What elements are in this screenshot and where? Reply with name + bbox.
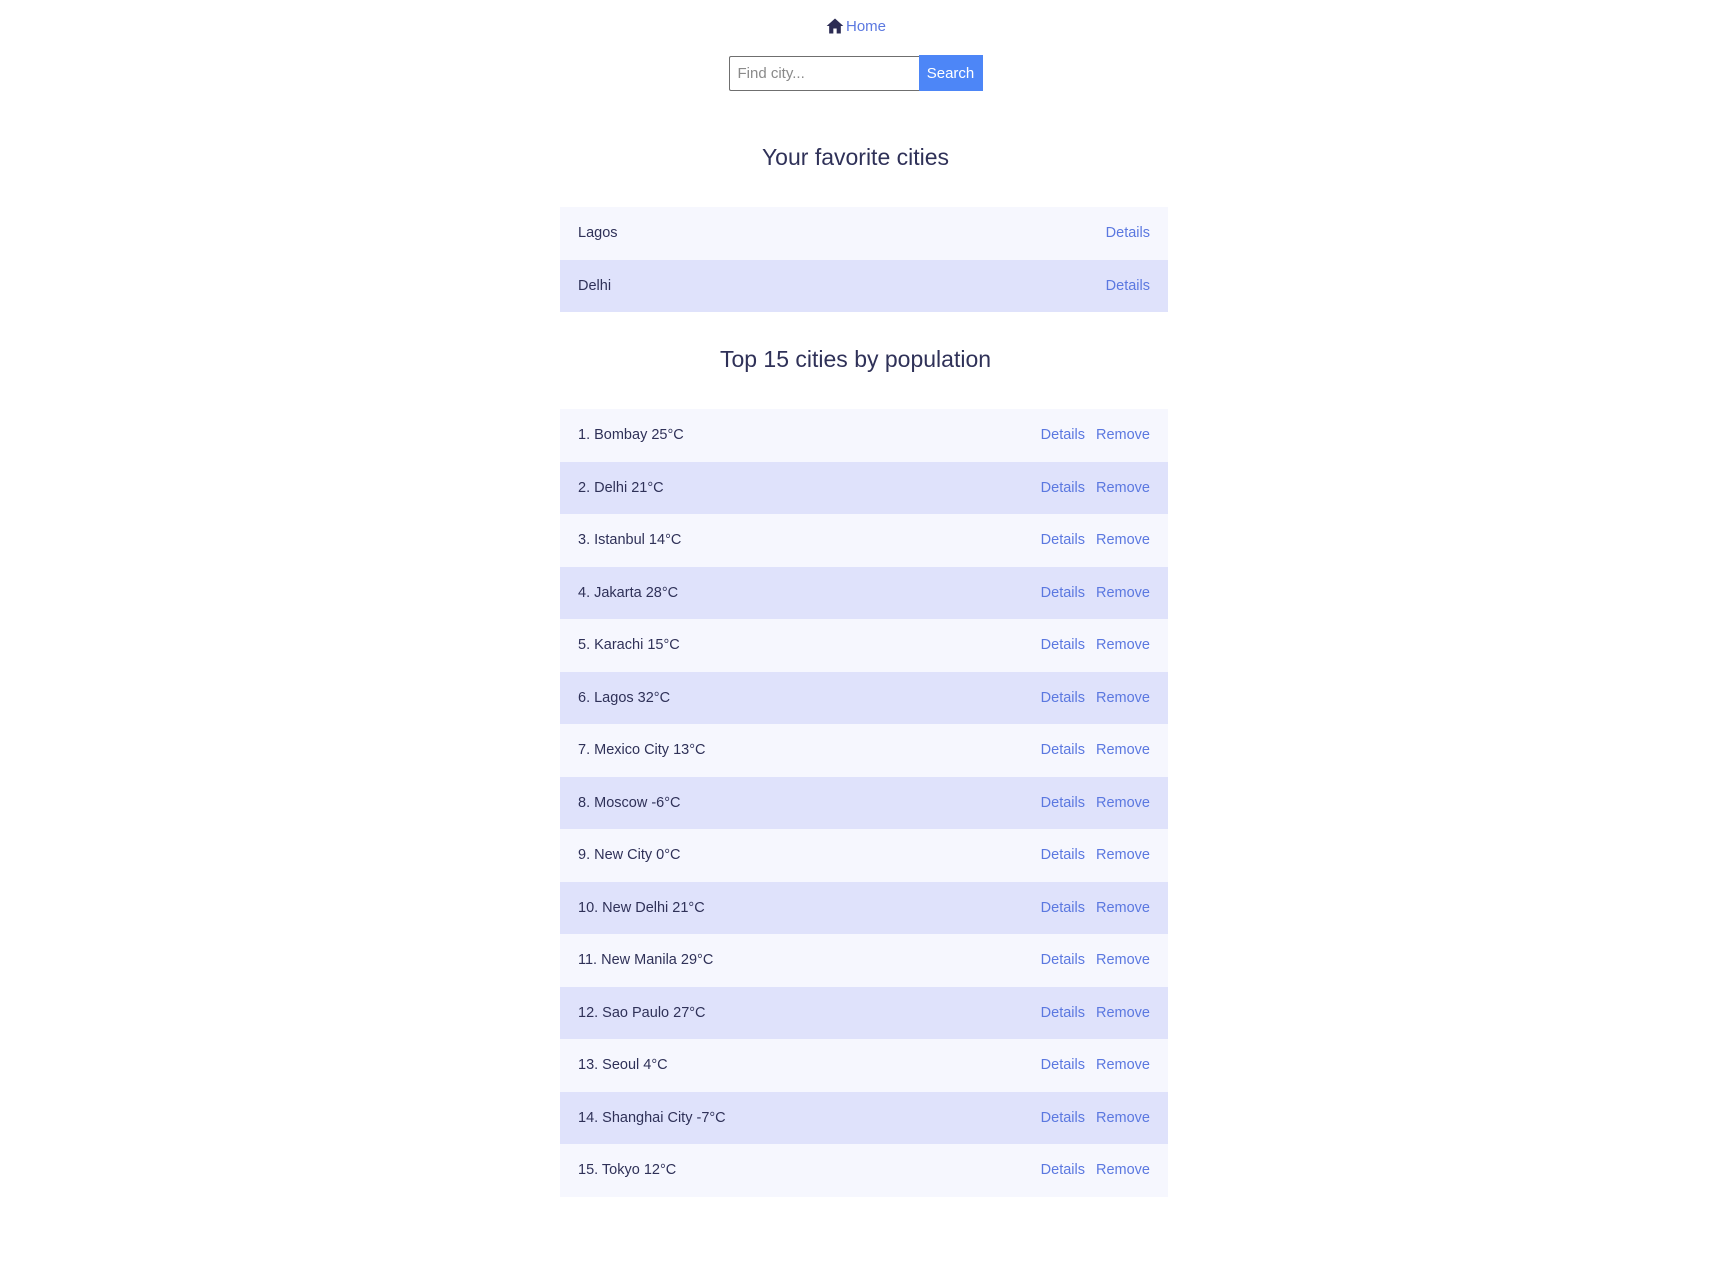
details-link[interactable]: Details <box>1041 1005 1085 1021</box>
city-row-label: 9. New City 0°C <box>578 847 681 864</box>
city-row-label: 13. Seoul 4°C <box>578 1057 668 1074</box>
top-cities-list: 1. Bombay 25°C Details Remove 2. Delhi 2… <box>560 409 1168 1197</box>
details-link[interactable]: Details <box>1041 795 1085 811</box>
city-row-label: 14. Shanghai City -7°C <box>578 1109 726 1126</box>
remove-link[interactable]: Remove <box>1096 532 1150 548</box>
city-row: 14. Shanghai City -7°C Details Remove <box>560 1091 1168 1144</box>
details-link[interactable]: Details <box>1041 480 1085 496</box>
city-row-label: 11. New Manila 29°C <box>578 952 714 969</box>
city-row: 8. Moscow -6°C Details Remove <box>560 776 1168 829</box>
details-link[interactable]: Details <box>1041 427 1085 443</box>
remove-link[interactable]: Remove <box>1096 585 1150 601</box>
city-row: 3. Istanbul 14°C Details Remove <box>560 514 1168 567</box>
favorites-list: Lagos Details Delhi Details <box>560 207 1168 312</box>
details-link[interactable]: Details <box>1041 1162 1085 1178</box>
details-link[interactable]: Details <box>1041 637 1085 653</box>
page: Home Search Your favorite cities Lagos D… <box>0 0 1711 1281</box>
city-row-label: 7. Mexico City 13°C <box>578 742 706 759</box>
details-link[interactable]: Details <box>1106 225 1150 241</box>
remove-link[interactable]: Remove <box>1096 690 1150 706</box>
city-row-label: 6. Lagos 32°C <box>578 689 671 706</box>
remove-link[interactable]: Remove <box>1096 795 1150 811</box>
details-link[interactable]: Details <box>1106 278 1150 294</box>
remove-link[interactable]: Remove <box>1096 952 1150 968</box>
remove-link[interactable]: Remove <box>1096 480 1150 496</box>
favorite-item: Lagos Details <box>560 207 1168 260</box>
city-row-label: 12. Sao Paulo 27°C <box>578 1004 706 1021</box>
city-row: 5. Karachi 15°C Details Remove <box>560 619 1168 672</box>
city-row: 7. Mexico City 13°C Details Remove <box>560 724 1168 777</box>
details-link[interactable]: Details <box>1041 952 1085 968</box>
city-row: 4. Jakarta 28°C Details Remove <box>560 566 1168 619</box>
details-link[interactable]: Details <box>1041 585 1085 601</box>
favorite-city-name: Delhi <box>578 277 612 294</box>
remove-link[interactable]: Remove <box>1096 1162 1150 1178</box>
search-button[interactable]: Search <box>918 55 983 91</box>
remove-link[interactable]: Remove <box>1096 637 1150 653</box>
city-row-label: 4. Jakarta 28°C <box>578 584 679 601</box>
search-input[interactable] <box>728 56 919 91</box>
city-row-label: 15. Tokyo 12°C <box>578 1162 677 1179</box>
city-row-label: 2. Delhi 21°C <box>578 479 664 496</box>
home-nav: Home <box>0 16 1711 36</box>
details-link[interactable]: Details <box>1041 1057 1085 1073</box>
city-row: 6. Lagos 32°C Details Remove <box>560 671 1168 724</box>
city-row-label: 1. Bombay 25°C <box>578 427 684 444</box>
top-cities-title: Top 15 cities by population <box>719 346 992 372</box>
city-row: 11. New Manila 29°C Details Remove <box>560 934 1168 987</box>
remove-link[interactable]: Remove <box>1096 742 1150 758</box>
home-link[interactable]: Home <box>825 16 886 36</box>
remove-link[interactable]: Remove <box>1096 847 1150 863</box>
search-bar: Search <box>0 55 1711 91</box>
home-label: Home <box>845 17 886 35</box>
remove-link[interactable]: Remove <box>1096 1110 1150 1126</box>
details-link[interactable]: Details <box>1041 847 1085 863</box>
city-row: 10. New Delhi 21°C Details Remove <box>560 881 1168 934</box>
remove-link[interactable]: Remove <box>1096 1005 1150 1021</box>
city-row: 13. Seoul 4°C Details Remove <box>560 1039 1168 1092</box>
details-link[interactable]: Details <box>1041 1110 1085 1126</box>
city-row-label: 3. Istanbul 14°C <box>578 532 682 549</box>
details-link[interactable]: Details <box>1041 532 1085 548</box>
details-link[interactable]: Details <box>1041 742 1085 758</box>
home-icon <box>826 18 844 34</box>
favorite-item: Delhi Details <box>560 259 1168 312</box>
details-link[interactable]: Details <box>1041 900 1085 916</box>
city-row: 9. New City 0°C Details Remove <box>560 829 1168 882</box>
favorite-city-name: Lagos <box>578 225 618 242</box>
remove-link[interactable]: Remove <box>1096 900 1150 916</box>
city-row: 1. Bombay 25°C Details Remove <box>560 409 1168 462</box>
remove-link[interactable]: Remove <box>1096 1057 1150 1073</box>
city-row-label: 8. Moscow -6°C <box>578 794 681 811</box>
city-row: 12. Sao Paulo 27°C Details Remove <box>560 986 1168 1039</box>
favorites-title: Your favorite cities <box>761 144 950 170</box>
details-link[interactable]: Details <box>1041 690 1085 706</box>
city-row: 15. Tokyo 12°C Details Remove <box>560 1144 1168 1197</box>
remove-link[interactable]: Remove <box>1096 427 1150 443</box>
city-row: 2. Delhi 21°C Details Remove <box>560 461 1168 514</box>
city-row-label: 10. New Delhi 21°C <box>578 899 705 916</box>
city-row-label: 5. Karachi 15°C <box>578 637 680 654</box>
